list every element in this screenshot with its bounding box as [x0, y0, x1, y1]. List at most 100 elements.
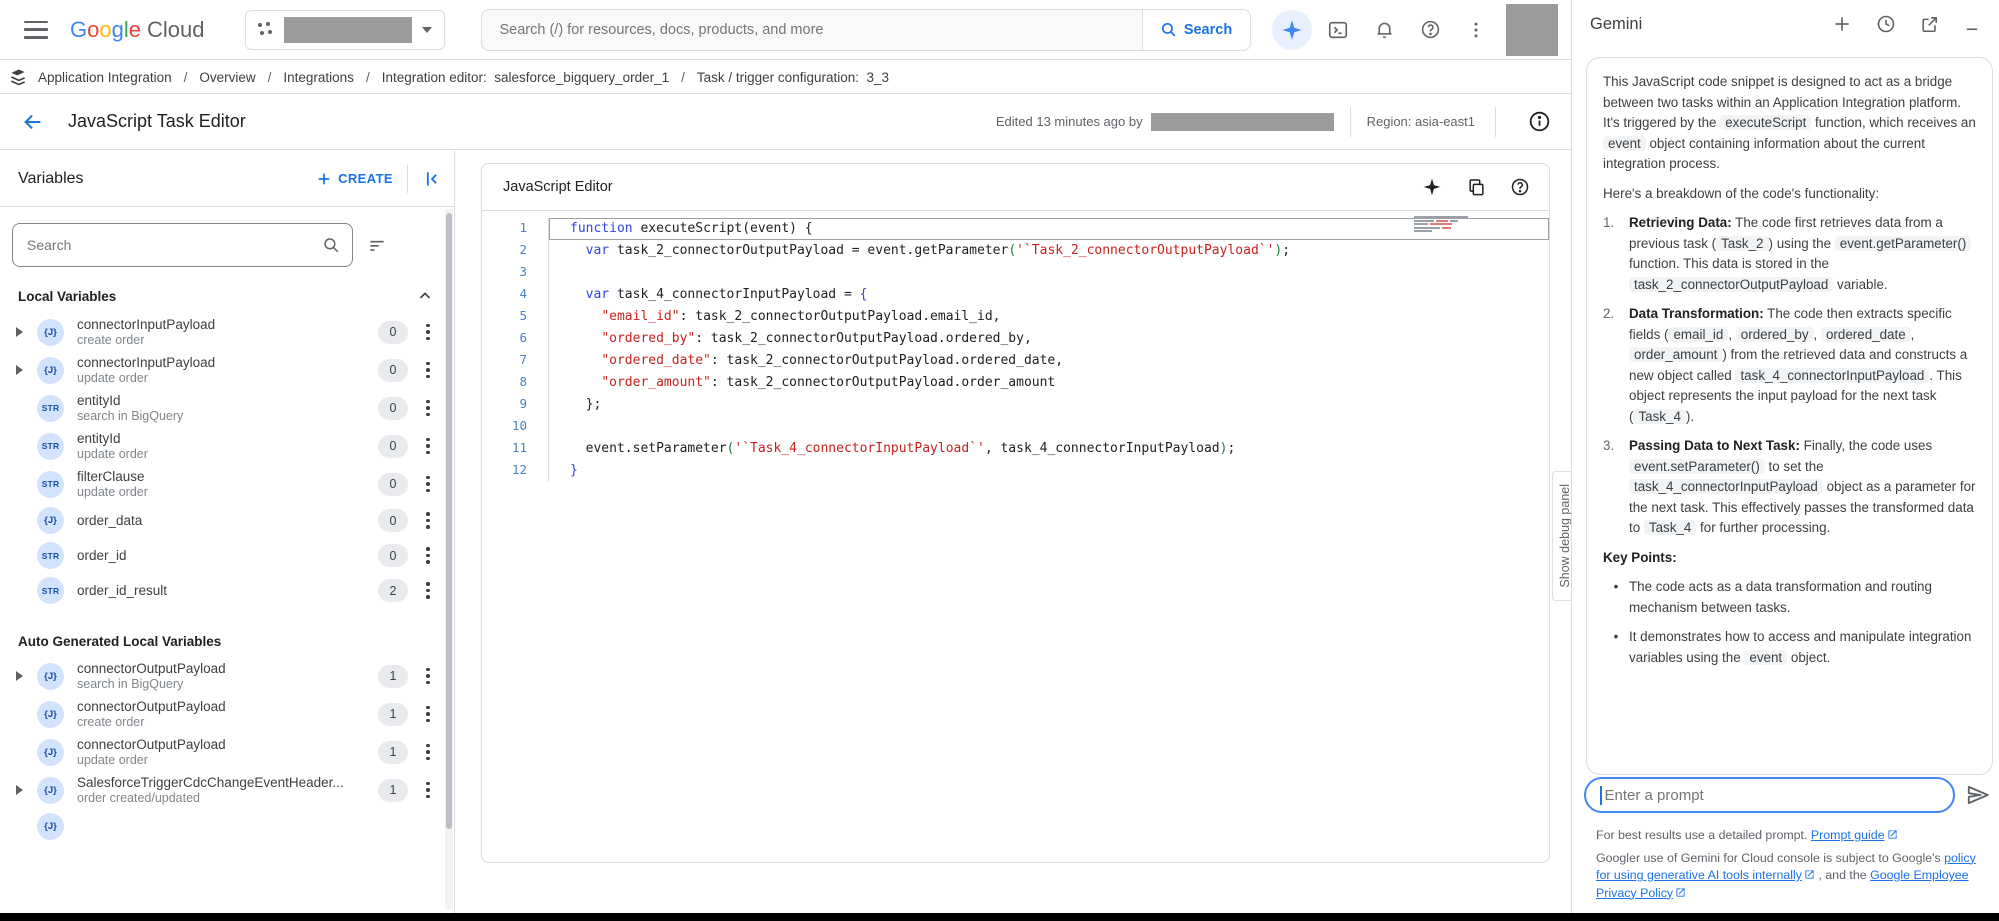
code-line[interactable]: 8 "order_amount": task_2_connectorOutput…	[482, 372, 1549, 394]
variable-row[interactable]: {J}order_data0	[0, 503, 454, 538]
breadcrumb-item[interactable]: Overview	[199, 70, 255, 85]
variables-section-header: Auto Generated Local Variables	[0, 624, 454, 657]
variable-row[interactable]: STRorder_id0	[0, 538, 454, 573]
variable-row[interactable]: {J}	[0, 809, 454, 844]
variable-row[interactable]: STRentityIdupdate order0	[0, 427, 454, 465]
code-text[interactable]: var task_4_connectorInputPayload = {	[549, 284, 1549, 306]
response-list-item: 1.Retrieving Data: The code first retrie…	[1603, 213, 1976, 295]
menu-icon[interactable]	[24, 21, 48, 39]
avatar[interactable]	[1506, 4, 1558, 56]
row-menu-button[interactable]	[416, 472, 440, 496]
code-text[interactable]: event.setParameter('`Task_4_connectorInp…	[549, 438, 1549, 460]
breadcrumb-item[interactable]: Task / trigger configuration: 3_3	[697, 70, 889, 85]
prompt-input[interactable]	[1605, 787, 1940, 804]
inline-code: email_id	[1668, 327, 1728, 342]
row-menu-button[interactable]	[416, 664, 440, 688]
variable-name-group: connectorOutputPayloadsearch in BigQuery	[77, 661, 378, 691]
code-line[interactable]: 12}	[482, 460, 1549, 482]
google-cloud-logo[interactable]: GoogleCloud	[70, 17, 205, 43]
link[interactable]: Prompt guide	[1811, 828, 1885, 842]
expand-arrow-icon[interactable]	[10, 327, 28, 337]
more-options-button[interactable]	[1456, 10, 1496, 50]
history-button[interactable]	[1876, 14, 1896, 34]
search-button[interactable]: Search	[1142, 10, 1250, 50]
project-selector[interactable]	[245, 10, 445, 50]
variable-row[interactable]: STRfilterClauseupdate order0	[0, 465, 454, 503]
chevron-up-icon[interactable]	[416, 287, 434, 305]
scrollbar-thumb[interactable]	[446, 213, 452, 829]
code-text[interactable]: "ordered_by": task_2_connectorOutputPayl…	[549, 328, 1549, 350]
row-menu-button[interactable]	[416, 320, 440, 344]
row-menu-button[interactable]	[416, 740, 440, 764]
code-line[interactable]: 5 "email_id": task_2_connectorOutputPayl…	[482, 306, 1549, 328]
code-text[interactable]: };	[549, 394, 1549, 416]
breadcrumb-item[interactable]: Integration editor: salesforce_bigquery_…	[382, 70, 669, 85]
variable-row[interactable]: {J}connectorOutputPayloadcreate order1	[0, 695, 454, 733]
open-in-new-button[interactable]	[1920, 15, 1939, 34]
variable-row[interactable]: {J}connectorInputPayloadcreate order0	[0, 313, 454, 351]
notifications-button[interactable]	[1364, 10, 1404, 50]
expand-arrow-icon[interactable]	[10, 785, 28, 795]
code-text[interactable]: var task_2_connectorOutputPayload = even…	[549, 240, 1549, 262]
inline-code: task_4_connectorInputPayload	[1735, 368, 1929, 383]
expand-arrow-icon[interactable]	[10, 365, 28, 375]
code-line[interactable]: 6 "ordered_by": task_2_connectorOutputPa…	[482, 328, 1549, 350]
row-menu-button[interactable]	[416, 778, 440, 802]
editor-title: JavaScript Editor	[503, 179, 613, 195]
code-text[interactable]: "ordered_date": task_2_connectorOutputPa…	[549, 350, 1549, 372]
row-menu-button[interactable]	[416, 358, 440, 382]
row-menu-button[interactable]	[416, 702, 440, 726]
usage-count-badge: 0	[378, 321, 408, 344]
code-line[interactable]: 9 };	[482, 394, 1549, 416]
code-line[interactable]: 7 "ordered_date": task_2_connectorOutput…	[482, 350, 1549, 372]
variable-row[interactable]: STRentityIdsearch in BigQuery0	[0, 389, 454, 427]
code-line[interactable]: 10	[482, 416, 1549, 438]
create-variable-button[interactable]: CREATE	[316, 171, 393, 187]
breadcrumb-item[interactable]: Integrations	[283, 70, 354, 85]
sort-icon[interactable]	[367, 235, 387, 255]
variable-row[interactable]: {J}connectorOutputPayloadupdate order1	[0, 733, 454, 771]
code-line[interactable]: 3	[482, 262, 1549, 284]
row-menu-button[interactable]	[416, 544, 440, 568]
cloud-shell-button[interactable]	[1318, 10, 1358, 50]
code-text[interactable]	[549, 262, 1549, 284]
code-line[interactable]: 1function executeScript(event) {	[482, 218, 1549, 240]
minimize-button[interactable]	[1963, 15, 1981, 33]
gemini-button[interactable]	[1272, 10, 1312, 50]
code-text[interactable]: }	[549, 460, 1549, 482]
variable-row[interactable]: STRorder_id_result2	[0, 573, 454, 608]
gemini-panel: Gemini This JavaScript code snippet is d…	[1571, 0, 1999, 913]
collapse-panel-icon[interactable]	[422, 169, 442, 189]
row-menu-button[interactable]	[416, 509, 440, 533]
code-line[interactable]: 4 var task_4_connectorInputPayload = {	[482, 284, 1549, 306]
back-arrow-icon[interactable]	[22, 111, 44, 133]
info-icon[interactable]	[1528, 110, 1551, 133]
code-text[interactable]: "order_amount": task_2_connectorOutputPa…	[549, 372, 1549, 394]
editor-help-button[interactable]	[1505, 172, 1535, 202]
row-menu-button[interactable]	[416, 434, 440, 458]
type-badge: {J}	[37, 357, 64, 384]
help-button[interactable]	[1410, 10, 1450, 50]
send-prompt-button[interactable]	[1965, 782, 1991, 808]
variable-row[interactable]: {J}SalesforceTriggerCdcChangeEventHeader…	[0, 771, 454, 809]
expand-arrow-icon[interactable]	[10, 671, 28, 681]
editor-gemini-button[interactable]	[1417, 172, 1447, 202]
code-line[interactable]: 11 event.setParameter('`Task_4_connector…	[482, 438, 1549, 460]
help-icon	[1420, 19, 1441, 40]
variables-search-input[interactable]	[27, 237, 322, 253]
new-chat-button[interactable]	[1832, 14, 1852, 34]
row-menu-button[interactable]	[416, 396, 440, 420]
code-text[interactable]: function executeScript(event) {	[549, 218, 1549, 240]
code-text[interactable]: "email_id": task_2_connectorOutputPayloa…	[549, 306, 1549, 328]
breadcrumb-item[interactable]: Application Integration	[38, 70, 172, 85]
edited-label: Edited 13 minutes ago by	[996, 114, 1143, 129]
inline-code: task_4_connectorInputPayload	[1629, 479, 1823, 494]
row-menu-button[interactable]	[416, 579, 440, 603]
global-search-input[interactable]	[482, 22, 1142, 38]
code-editor[interactable]: 1function executeScript(event) {2 var ta…	[482, 211, 1549, 482]
variable-row[interactable]: {J}connectorOutputPayloadsearch in BigQu…	[0, 657, 454, 695]
copy-code-button[interactable]	[1461, 172, 1491, 202]
code-line[interactable]: 2 var task_2_connectorOutputPayload = ev…	[482, 240, 1549, 262]
code-text[interactable]	[549, 416, 1549, 438]
variable-row[interactable]: {J}connectorInputPayloadupdate order0	[0, 351, 454, 389]
